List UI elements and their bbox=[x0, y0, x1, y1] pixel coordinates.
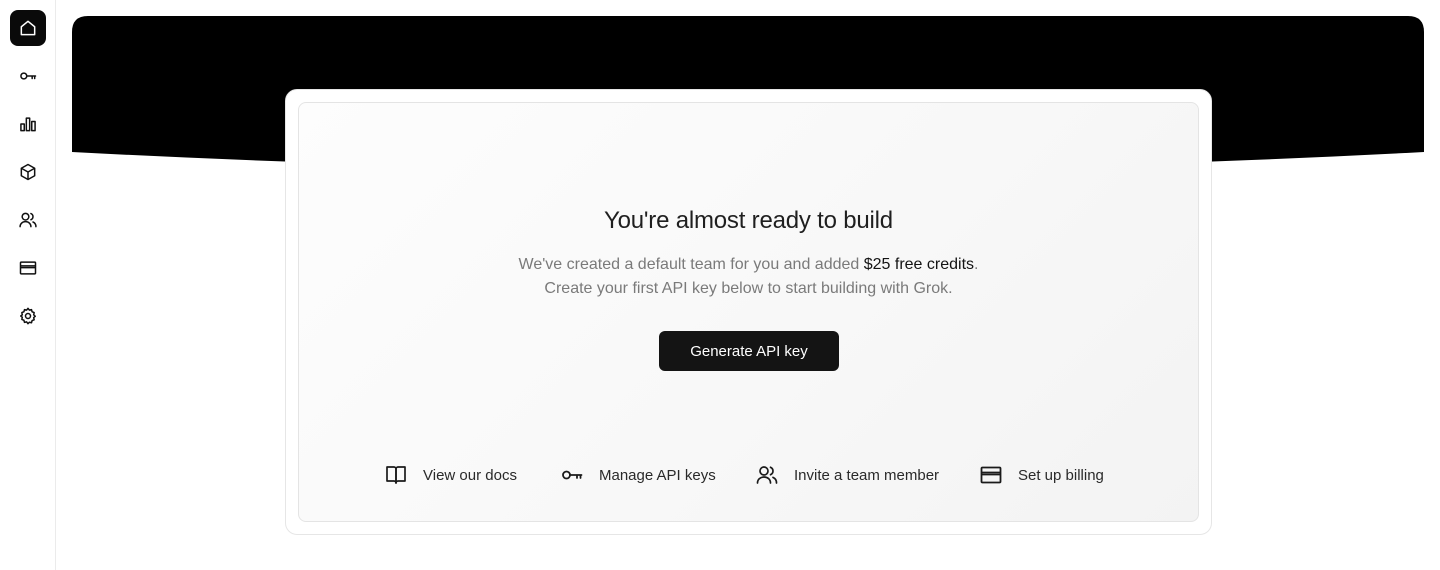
view-docs-label: View our docs bbox=[423, 466, 517, 484]
nav-billing-button[interactable] bbox=[10, 250, 46, 286]
nav-usage-button[interactable] bbox=[10, 106, 46, 142]
nav-team-button[interactable] bbox=[10, 202, 46, 238]
credit-card-icon bbox=[19, 261, 37, 275]
credit-card-icon bbox=[979, 463, 1003, 487]
subtitle-line-2: Create your first API key below to start… bbox=[544, 280, 953, 297]
view-docs-link[interactable]: View our docs bbox=[384, 463, 517, 487]
nav-settings-button[interactable] bbox=[10, 298, 46, 334]
gear-icon bbox=[20, 307, 36, 325]
book-icon bbox=[384, 463, 408, 487]
sidebar bbox=[0, 0, 56, 570]
nav-home-button[interactable] bbox=[10, 10, 46, 46]
onboarding-card: You're almost ready to build We've creat… bbox=[285, 89, 1212, 535]
manage-api-keys-label: Manage API keys bbox=[599, 466, 716, 484]
card-subtitle: We've created a default team for you and… bbox=[299, 253, 1198, 301]
quick-links: View our docs Manage API keys Invite a t… bbox=[299, 463, 1198, 487]
set-up-billing-label: Set up billing bbox=[1018, 466, 1104, 484]
free-credits-highlight: $25 free credits bbox=[863, 256, 975, 273]
users-icon bbox=[19, 212, 37, 228]
invite-team-member-link[interactable]: Invite a team member bbox=[755, 463, 939, 487]
bar-chart-icon bbox=[20, 117, 36, 132]
cube-icon bbox=[20, 163, 36, 181]
set-up-billing-link[interactable]: Set up billing bbox=[979, 463, 1104, 487]
users-icon bbox=[755, 463, 779, 487]
subtitle-prefix: We've created a default team for you and… bbox=[518, 256, 864, 273]
home-icon bbox=[20, 20, 36, 36]
key-icon bbox=[20, 72, 37, 80]
generate-api-key-button[interactable]: Generate API key bbox=[659, 331, 839, 371]
card-title: You're almost ready to build bbox=[604, 207, 893, 234]
subtitle-suffix: . bbox=[974, 256, 979, 273]
nav-models-button[interactable] bbox=[10, 154, 46, 190]
invite-team-member-label: Invite a team member bbox=[794, 466, 940, 484]
key-icon bbox=[560, 463, 584, 487]
nav-api-keys-button[interactable] bbox=[10, 58, 46, 94]
manage-api-keys-link[interactable]: Manage API keys bbox=[560, 463, 716, 487]
onboarding-card-inner: You're almost ready to build We've creat… bbox=[298, 102, 1199, 522]
